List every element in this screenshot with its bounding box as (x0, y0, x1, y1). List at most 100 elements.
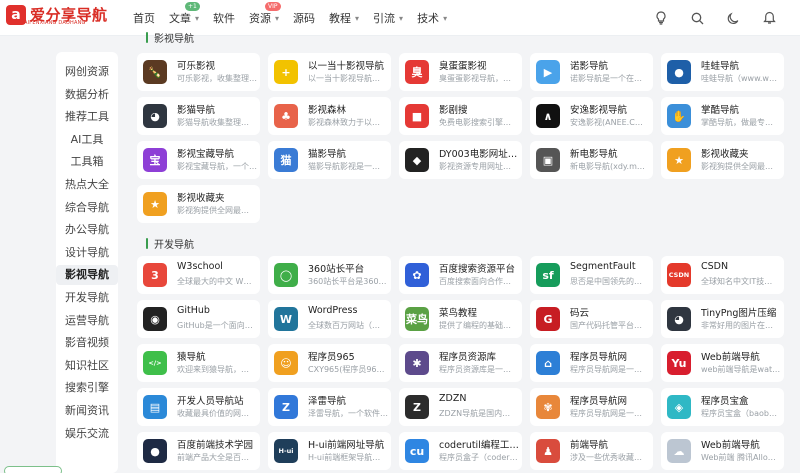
site-card[interactable]: ⌂ 程序员导航网 程序员导航网是一… (530, 344, 653, 382)
site-card[interactable]: ♟ 前端导航 涉及一些优秀收藏… (530, 432, 653, 470)
site-card[interactable]: ▤ 开发人员导航站 收藏最具价值的网… (137, 388, 260, 426)
site-card[interactable]: 3 W3school 全球最大的中文 W… (137, 256, 260, 294)
sidebar-item[interactable]: 搜索引擎 (56, 378, 118, 398)
site-card[interactable]: ♣ 影视森林 影视森林致力于以… (268, 97, 391, 135)
sidebar-item[interactable]: 影音视频 (56, 333, 118, 353)
cloud-icon: ☁ (667, 439, 691, 463)
site-card[interactable]: ☁ Web前端导航 Web前端 腾讯Allo… (661, 432, 784, 470)
sidebar-item[interactable]: 知识社区 (56, 356, 118, 376)
card-title: 百度前端技术学园 (177, 440, 254, 451)
card-title: 菜鸟教程 (439, 308, 478, 319)
site-card[interactable]: ◕ TinyPng图片压缩 非常好用的图片在… (661, 300, 784, 338)
sidebar-item[interactable]: 开发导航 (56, 288, 118, 308)
site-card[interactable]: ■ 影剧搜 免费电影搜索引擎… (399, 97, 522, 135)
dark-mode-moon-icon[interactable] (722, 7, 744, 29)
site-card[interactable]: ◈ 程序员宝盒 程序员宝盒（baob… (661, 388, 784, 426)
card-title: GitHub (177, 305, 210, 316)
sidebar-item[interactable]: 工具箱 (56, 152, 118, 172)
nav-item[interactable]: 文章 +1 ▾ (169, 2, 200, 26)
search-icon[interactable] (686, 7, 708, 29)
card-title: H-ui前端网址导航 (308, 440, 385, 451)
site-card[interactable]: ☺ 程序员965 CXY965(程序员96… (268, 344, 391, 382)
sidebar-item[interactable]: 娱乐交流 (56, 424, 118, 444)
bell-icon[interactable] (758, 7, 780, 29)
site-card[interactable]: 猫猫影导航 猫影导航影视是一… (268, 141, 391, 179)
chevron-down-icon: ▾ (355, 13, 360, 23)
site-card[interactable]: Z 泽雷导航 泽雷导航，一个软件… (268, 388, 391, 426)
sidebar-item[interactable]: 数据分析 (56, 85, 118, 105)
site-card[interactable]: 宝影视宝藏导航 影视宝藏导航，一个… (137, 141, 260, 179)
sidebar-bottom-button[interactable] (4, 466, 62, 473)
cube-icon: ◆ (405, 148, 429, 172)
site-card[interactable]: 菜鸟 菜鸟教程 提供了编程的基础… (399, 300, 522, 338)
site-card[interactable]: ★ 影视收藏夹 影视狗提供全网最… (137, 185, 260, 223)
site-card[interactable]: Yu Web前端导航 web前端导航是wat… (661, 344, 784, 382)
nav-item[interactable]: 软件 (213, 10, 235, 26)
site-card[interactable]: ✿ 百度搜索资源平台 百度搜索面向合作… (399, 256, 522, 294)
video-icon: ▣ (536, 148, 560, 172)
site-card[interactable]: ◆ DY003电影网址… 影视资源专用网址… (399, 141, 522, 179)
site-card[interactable]: 臭臭蛋蛋影视 臭蛋蛋影视导航，… (399, 53, 522, 91)
sidebar-item[interactable]: 设计导航 (56, 243, 118, 263)
site-card[interactable]: ◕ 影猫导航 影猫导航收集整理… (137, 97, 260, 135)
site-card[interactable]: ● 百度前端技术学园 前端产品大全是百… (137, 432, 260, 470)
sidebar-item[interactable]: 网创资源 (56, 62, 118, 82)
nav-item[interactable]: 引流 ▾ (373, 10, 403, 26)
site-card[interactable]: W WordPress 全球数百万网站（… (268, 300, 391, 338)
site-card[interactable]: sf SegmentFault 思否是中国领先的… (530, 256, 653, 294)
site-card[interactable]: ∧ 安逸影视导航 安逸影视(ANEE.C… (530, 97, 653, 135)
zlei-icon: Z (274, 395, 298, 419)
site-card[interactable]: + 以一当十影视导航 以一当十影视导航… (268, 53, 391, 91)
nav-item[interactable]: 源码 (293, 10, 315, 26)
hui-icon: H-ui (274, 439, 298, 463)
site-card[interactable]: ★ 影视收藏夹 影视狗提供全网最… (661, 141, 784, 179)
card-description: 前端产品大全是百… (177, 453, 249, 462)
site-card[interactable]: </> 猿导航 欢迎来到猿导航，… (137, 344, 260, 382)
site-card[interactable]: Z ZDZN ZDZN导航是国内… (399, 388, 522, 426)
card-description: 影猫导航收集整理… (177, 118, 249, 127)
card-description: 全球数百万网站（… (308, 321, 380, 330)
card-title: 360站长平台 (308, 264, 365, 275)
sidebar-item[interactable]: 推荐工具 (56, 107, 118, 127)
coderutil-icon: cu (405, 439, 429, 463)
chevron-down-icon: ▾ (275, 13, 280, 23)
nav-item[interactable]: 技术 ▾ (417, 10, 447, 26)
site-card[interactable]: G 码云 国产代码托管平台… (530, 300, 653, 338)
site-card[interactable]: ◯ 360站长平台 360站长平台是360… (268, 256, 391, 294)
card-description: 掌酷导航，做最专… (701, 118, 773, 127)
card-description: 欢迎来到猿导航，… (177, 365, 249, 374)
nav-item[interactable]: 资源 VIP ▾ (249, 2, 281, 26)
site-card[interactable]: ▣ 新电影导航 新电影导航(xdy.m… (530, 141, 653, 179)
sidebar-item[interactable]: AI工具 (56, 130, 118, 150)
site-card[interactable]: ◉ GitHub GitHub是一个面向… (137, 300, 260, 338)
plus-icon: + (274, 60, 298, 84)
frog-icon: ● (667, 60, 691, 84)
sidebar-item[interactable]: 影视导航 (56, 265, 118, 286)
sidebar-item[interactable]: 热点大全 (56, 175, 118, 195)
card-description: 思否是中国领先的… (570, 277, 642, 286)
site-card[interactable]: ✋ 掌酷导航 掌酷导航，做最专… (661, 97, 784, 135)
sidebar-item[interactable]: 办公导航 (56, 220, 118, 240)
site-card[interactable]: ✱ 程序员资源库 程序员资源库是一… (399, 344, 522, 382)
card-title: ZDZN (439, 393, 467, 404)
lightbulb-icon[interactable] (650, 7, 672, 29)
nav-item-label: 文章 (169, 12, 191, 25)
site-card[interactable]: 🍾 可乐影视 可乐影视，收集整理… (137, 53, 260, 91)
card-title: 可乐影视 (177, 61, 216, 72)
site-card[interactable]: H-ui H-ui前端网址导航 H-ui前端框架导航… (268, 432, 391, 470)
360-icon: ◯ (274, 263, 298, 287)
site-card[interactable]: ● 哇蛙导航 哇蛙导航（www.w… (661, 53, 784, 91)
section-bar (146, 238, 148, 249)
sidebar-item[interactable]: 新闻资讯 (56, 401, 118, 421)
site-card[interactable]: ✾ 程序员导航网 程序员导航网是一… (530, 388, 653, 426)
sidebar-item[interactable]: 运营导航 (56, 311, 118, 331)
card-title: SegmentFault (570, 261, 636, 272)
site-card[interactable]: cu coderutil编程工… 程序员盒子（coder… (399, 432, 522, 470)
site-card[interactable]: CSDN CSDN 全球知名中文IT技… (661, 256, 784, 294)
card-title: TinyPng图片压缩 (701, 308, 777, 319)
nav-item[interactable]: 教程 ▾ (329, 10, 359, 26)
sidebar-item[interactable]: 综合导航 (56, 198, 118, 218)
nav-item[interactable]: 首页 (133, 10, 155, 26)
card-title: DY003电影网址… (439, 149, 518, 160)
site-card[interactable]: ▶ 诺影导航 诺影导航是一个在… (530, 53, 653, 91)
